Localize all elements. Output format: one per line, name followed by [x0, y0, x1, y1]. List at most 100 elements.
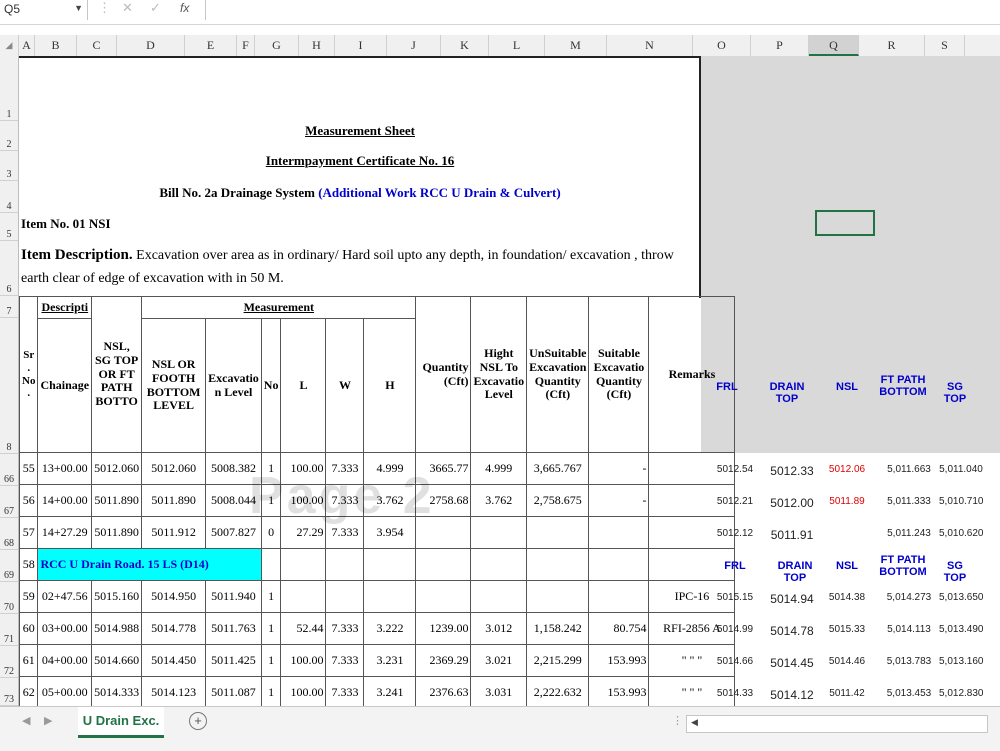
cell-w[interactable]: 7.333	[325, 612, 365, 645]
right-cell-drain[interactable]: 5011.91	[767, 528, 817, 542]
cell-sr[interactable]: 57	[19, 516, 39, 549]
cell-no[interactable]: 1	[260, 676, 282, 706]
right-cell-drain[interactable]: 5012.00	[767, 496, 817, 510]
cell-sr[interactable]: 60	[19, 612, 39, 645]
cell-c[interactable]: 5011.890	[91, 484, 143, 517]
column-header-a[interactable]: A	[19, 35, 35, 56]
cell-d[interactable]: 5014.123	[141, 676, 207, 706]
cell-uns[interactable]: 2,215.299	[526, 644, 590, 677]
row-header-4[interactable]: 4	[0, 181, 18, 213]
right-cell-nsl[interactable]: 5011.89	[827, 496, 867, 507]
cell-h[interactable]	[363, 580, 417, 613]
cell-d[interactable]: 5011.912	[141, 516, 207, 549]
cell-chainage[interactable]: 14+27.29	[37, 516, 93, 549]
row-header-6[interactable]: 6	[0, 241, 18, 296]
right-cell-sg[interactable]: 5,013.650	[939, 592, 984, 603]
cell-hight[interactable]	[470, 516, 528, 549]
cell-d[interactable]: 5012.060	[141, 452, 207, 485]
cell-chainage[interactable]: 13+00.00	[37, 452, 93, 485]
confirm-icon[interactable]: ✓	[150, 0, 161, 16]
cell-d[interactable]: 5014.450	[141, 644, 207, 677]
right-cell-frl[interactable]: 5015.15	[715, 592, 755, 603]
cell-l[interactable]: 100.00	[280, 676, 327, 706]
row-header-67[interactable]: 67	[0, 486, 18, 518]
row-header-72[interactable]: 72	[0, 646, 18, 678]
right-cell-frl[interactable]: 5012.21	[715, 496, 755, 507]
cell-qty[interactable]: 2376.63	[415, 676, 472, 706]
row-header-68[interactable]: 68	[0, 518, 18, 550]
right-cell-nsl[interactable]: 5011.42	[827, 688, 867, 699]
right-cell-drain[interactable]: 5014.94	[767, 592, 817, 606]
right-cell-ft[interactable]: 5,011.333	[881, 496, 937, 507]
right-cell-ft[interactable]: 5,014.113	[881, 624, 937, 635]
add-sheet-icon[interactable]: +	[189, 712, 207, 730]
right-cell-drain[interactable]: 5014.12	[767, 688, 817, 702]
cell-uns[interactable]: 1,158.242	[526, 612, 590, 645]
column-header-i[interactable]: I	[335, 35, 387, 56]
cell-e[interactable]: 5011.087	[205, 676, 262, 706]
cell-c[interactable]: 5012.060	[91, 452, 143, 485]
column-header-r[interactable]: R	[859, 35, 925, 56]
next-sheet-icon[interactable]: ▶	[44, 714, 52, 727]
empty-cell[interactable]	[363, 548, 417, 581]
cell-qty[interactable]	[415, 580, 472, 613]
empty-cell[interactable]	[588, 548, 650, 581]
cell-uns[interactable]: 3,665.767	[526, 452, 590, 485]
cell-c[interactable]: 5014.660	[91, 644, 143, 677]
scroll-left-icon[interactable]: ◀	[691, 717, 698, 728]
column-header-c[interactable]: C	[77, 35, 117, 56]
selected-cell[interactable]	[815, 210, 875, 236]
column-header-l[interactable]: L	[489, 35, 545, 56]
row-header-8[interactable]: 8	[0, 318, 18, 454]
cell-hight[interactable]: 4.999	[470, 452, 528, 485]
cell-sui[interactable]	[588, 516, 650, 549]
cell-w[interactable]: 7.333	[325, 644, 365, 677]
row-header-3[interactable]: 3	[0, 151, 18, 181]
right-cell-nsl[interactable]: 5012.06	[827, 464, 867, 475]
cell-chainage[interactable]: 04+00.00	[37, 644, 93, 677]
cell-c[interactable]: 5014.333	[91, 676, 143, 706]
column-header-n[interactable]: N	[607, 35, 693, 56]
right-cell-ft[interactable]: 5,013.453	[881, 688, 937, 699]
cell-qty[interactable]: 1239.00	[415, 612, 472, 645]
column-header-f[interactable]: F	[237, 35, 255, 56]
cell-sui[interactable]: 153.993	[588, 676, 650, 706]
cell-e[interactable]: 5011.940	[205, 580, 262, 613]
right-cell-ft[interactable]: 5,011.243	[881, 528, 937, 539]
empty-cell[interactable]	[526, 548, 590, 581]
cell-no[interactable]: 1	[260, 644, 282, 677]
column-header-h[interactable]: H	[299, 35, 335, 56]
cell-h[interactable]: 3.222	[363, 612, 417, 645]
cell-hight[interactable]: 3.012	[470, 612, 528, 645]
cell-hight[interactable]: 3.021	[470, 644, 528, 677]
column-header-s[interactable]: S	[925, 35, 965, 56]
column-header-o[interactable]: O	[693, 35, 751, 56]
cell-sui[interactable]: 80.754	[588, 612, 650, 645]
right-cell-frl[interactable]: 5014.99	[715, 624, 755, 635]
cell-w[interactable]	[325, 580, 365, 613]
right-cell-sg[interactable]: 5,010.620	[939, 528, 984, 539]
cell-d[interactable]: 5014.778	[141, 612, 207, 645]
cell-uns[interactable]	[526, 516, 590, 549]
cell-sui[interactable]: 153.993	[588, 644, 650, 677]
right-cell-ft[interactable]: 5,013.783	[881, 656, 937, 667]
empty-cell[interactable]	[415, 548, 472, 581]
cell-sr[interactable]: 55	[19, 452, 39, 485]
right-cell-nsl[interactable]: 5014.38	[827, 592, 867, 603]
cell-hight[interactable]	[470, 580, 528, 613]
cell-w[interactable]: 7.333	[325, 676, 365, 706]
column-header-p[interactable]: P	[751, 35, 809, 56]
row-header-69[interactable]: 69	[0, 550, 18, 582]
cell-no[interactable]: 1	[260, 580, 282, 613]
column-header-j[interactable]: J	[387, 35, 441, 56]
cell-sr[interactable]: 58	[19, 548, 39, 581]
cell-sr[interactable]: 61	[19, 644, 39, 677]
right-cell-ft[interactable]: 5,014.273	[881, 592, 937, 603]
cell-no[interactable]: 1	[260, 612, 282, 645]
cell-uns[interactable]: 2,758.675	[526, 484, 590, 517]
cell-sui[interactable]: -	[588, 484, 650, 517]
sheet-tab-u-drain[interactable]: U Drain Exc.	[78, 707, 164, 738]
cell-l[interactable]: 100.00	[280, 644, 327, 677]
cell-d[interactable]: 5011.890	[141, 484, 207, 517]
row-header-71[interactable]: 71	[0, 614, 18, 646]
